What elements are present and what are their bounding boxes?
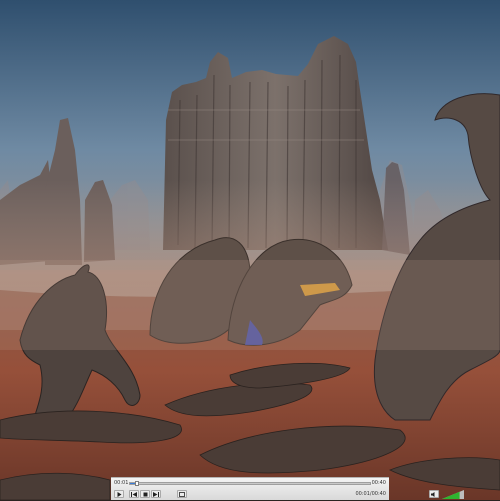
fullscreen-icon xyxy=(179,491,185,497)
seek-slider[interactable] xyxy=(129,481,371,486)
fullscreen-button[interactable] xyxy=(177,490,187,498)
controls-row: 00:01/00:40 xyxy=(111,489,464,501)
stop-icon xyxy=(143,492,147,496)
mute-button[interactable] xyxy=(429,490,439,498)
scene-image xyxy=(0,0,500,500)
total-time: 00:40 xyxy=(371,480,386,486)
elapsed-time: 00:01 xyxy=(114,480,129,486)
play-icon xyxy=(117,491,121,497)
timecode: 00:01/00:40 xyxy=(355,491,386,497)
next-icon xyxy=(153,491,159,497)
previous-icon xyxy=(131,491,137,497)
stop-button[interactable] xyxy=(140,490,150,498)
volume-level xyxy=(442,491,460,499)
previous-button[interactable] xyxy=(129,490,139,498)
volume-slider[interactable] xyxy=(442,490,464,499)
media-player-bar: 00:01 00:40 00:01/00:40 xyxy=(111,477,464,501)
speaker-icon xyxy=(431,491,435,497)
play-button[interactable] xyxy=(114,490,124,498)
seek-row: 00:01 00:40 xyxy=(111,478,389,488)
seek-handle[interactable] xyxy=(135,481,140,486)
next-button[interactable] xyxy=(151,490,161,498)
